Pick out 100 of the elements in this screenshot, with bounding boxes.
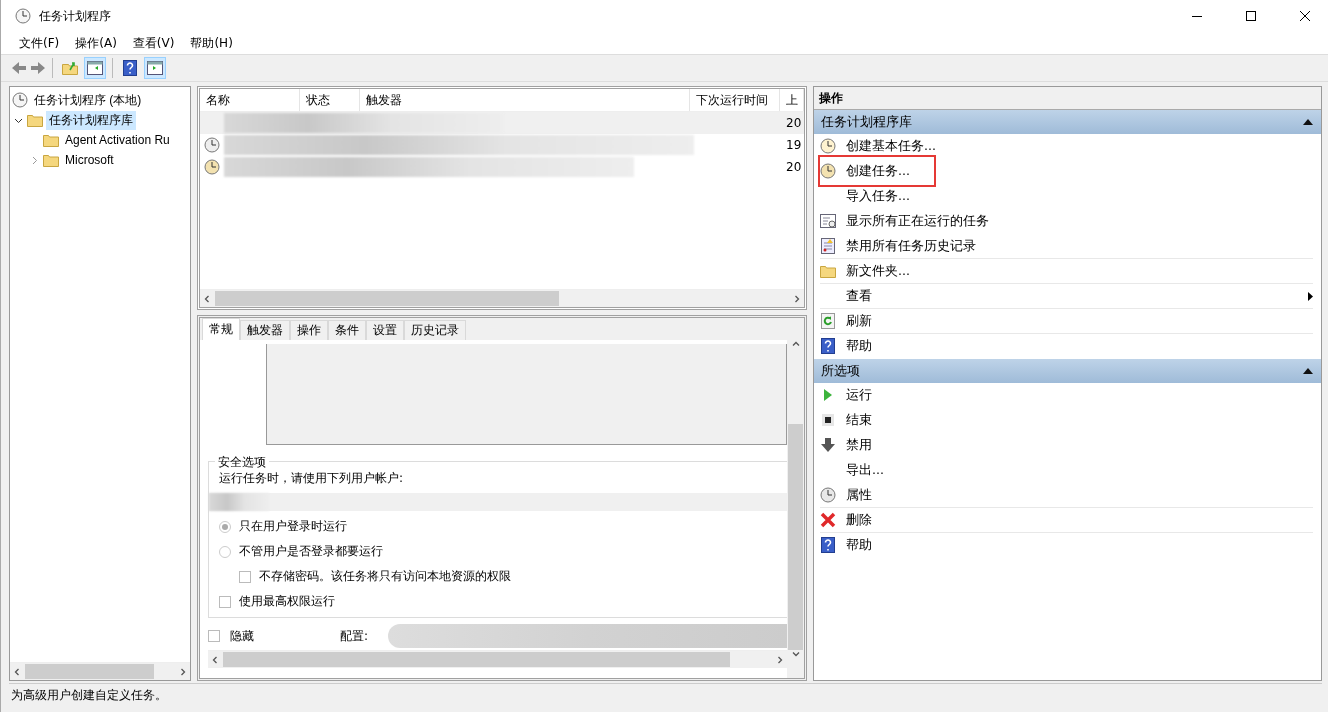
help-icon [123, 60, 137, 76]
task-clock-icon [204, 159, 220, 175]
column-header[interactable]: 状态 [300, 89, 360, 111]
option-label: 使用最高权限运行 [239, 593, 335, 610]
scrollbar-thumb[interactable] [223, 652, 730, 667]
table-cell-text: 19 [786, 138, 803, 152]
action-link[interactable]: 导出... [846, 461, 1313, 479]
action-link[interactable]: 刷新 [846, 312, 1313, 330]
menu-item[interactable]: 文件(F) [11, 34, 68, 52]
tree-item[interactable]: Microsoft [62, 152, 117, 168]
stop-icon [822, 414, 834, 426]
action-link[interactable]: 创建基本任务... [846, 137, 1313, 155]
folder-icon [43, 133, 59, 147]
forward-icon[interactable] [30, 61, 46, 75]
tab[interactable]: 历史记录 [404, 320, 466, 340]
option-label: 只在用户登录时运行 [239, 518, 347, 535]
action-link[interactable]: 删除 [846, 511, 1313, 529]
action-link[interactable]: 创建任务... [846, 162, 1313, 180]
action-link[interactable]: 导入任务... [846, 187, 1313, 205]
collapse-caret-icon[interactable] [1303, 119, 1313, 125]
tab[interactable]: 常规 [202, 318, 240, 340]
scroll-up-icon[interactable] [791, 340, 800, 348]
close-icon [1300, 11, 1310, 21]
scrollbar-thumb[interactable] [788, 423, 803, 650]
action-link[interactable]: 帮助 [846, 536, 1313, 554]
column-header[interactable]: 下次运行时间 [690, 89, 780, 111]
column-header[interactable]: 触发器 [360, 89, 690, 111]
help-icon [821, 338, 835, 354]
table-cell-text: 20 [786, 160, 803, 174]
tab[interactable]: 触发器 [240, 320, 290, 340]
show-actions-button[interactable] [144, 57, 166, 79]
down-arrow-icon [821, 438, 835, 452]
option-label: 不存储密码。该任务将只有访问本地资源的权限 [259, 568, 511, 585]
folder-icon [43, 153, 59, 167]
table-cell-text: 20 [786, 116, 803, 130]
tab[interactable]: 操作 [290, 320, 328, 340]
window-title: 任务计划程序 [39, 7, 112, 25]
play-icon [823, 389, 833, 401]
clock-icon [820, 163, 836, 179]
tree-item[interactable]: 任务计划程序 (本地) [31, 90, 145, 110]
account-prompt: 运行任务时，请使用下列用户帐户: [219, 470, 405, 487]
show-tree-button[interactable] [84, 57, 106, 79]
log-icon [821, 238, 835, 254]
scroll-left-icon[interactable] [13, 667, 21, 676]
action-link[interactable]: 属性 [846, 486, 1313, 504]
scroll-right-icon[interactable] [179, 667, 187, 676]
menu-item[interactable]: 帮助(H) [182, 34, 241, 52]
library-folder-icon [27, 113, 43, 127]
scroll-left-icon[interactable] [211, 655, 219, 664]
tab[interactable]: 设置 [366, 320, 404, 340]
section-header[interactable]: 任务计划程序库 [814, 110, 1321, 134]
minimize-icon [1192, 15, 1202, 17]
action-link[interactable]: 帮助 [846, 337, 1313, 355]
scroll-left-icon[interactable] [203, 294, 211, 303]
column-header[interactable]: 名称 [200, 89, 300, 111]
scrollbar-thumb[interactable] [215, 291, 560, 306]
scrollbar-thumb[interactable] [25, 664, 154, 679]
clock-icon [820, 487, 836, 503]
redacted-text [209, 493, 269, 511]
maximize-icon [1246, 11, 1256, 21]
checkbox[interactable] [208, 630, 220, 642]
scheduler-icon [12, 92, 28, 108]
checkbox[interactable] [239, 570, 251, 583]
column-header[interactable]: 上 [780, 89, 804, 111]
refresh-icon [821, 313, 835, 329]
back-icon[interactable] [11, 61, 27, 75]
app-clock-icon [15, 8, 31, 24]
action-link[interactable]: 查看 [846, 287, 1298, 305]
action-pane-icon [147, 61, 163, 75]
tree-item[interactable]: Agent Activation Ru [62, 132, 173, 148]
option-label: 不管用户是否登录都要运行 [239, 543, 383, 560]
menu-item[interactable]: 操作(A) [67, 34, 125, 52]
scroll-right-icon[interactable] [776, 655, 784, 664]
action-link[interactable]: 运行 [846, 386, 1313, 404]
action-link[interactable]: 新文件夹... [846, 262, 1313, 280]
list-clock-icon [820, 214, 836, 228]
delete-icon [820, 512, 836, 528]
checkbox[interactable] [219, 595, 231, 608]
scroll-down-icon[interactable] [791, 650, 800, 658]
status-text: 为高级用户创建自定义任务。 [10, 686, 167, 704]
description-field[interactable] [266, 344, 787, 445]
action-link[interactable]: 禁用 [846, 436, 1313, 454]
collapse-caret-icon[interactable] [1303, 368, 1313, 374]
tab[interactable]: 条件 [328, 320, 366, 340]
config-label: 配置: [340, 627, 369, 645]
action-link[interactable]: 结束 [846, 411, 1313, 429]
scroll-right-icon[interactable] [793, 294, 801, 303]
new-folder-icon [820, 264, 836, 278]
section-header[interactable]: 所选项 [814, 359, 1321, 383]
tree-item[interactable]: 任务计划程序库 [46, 110, 136, 130]
tree-pane-icon [87, 61, 103, 75]
menu-item[interactable]: 查看(V) [124, 34, 183, 52]
group-title: 安全选项 [215, 454, 269, 471]
task-clock-icon [204, 137, 220, 153]
help-icon [821, 537, 835, 553]
action-link[interactable]: 禁用所有任务历史记录 [846, 237, 1313, 255]
action-link[interactable]: 显示所有正在运行的任务 [846, 212, 1313, 230]
task-row[interactable]: 20 [200, 112, 804, 134]
pane-title: 操作 [814, 87, 1321, 110]
checkbox-label: 隐藏 [230, 627, 255, 645]
